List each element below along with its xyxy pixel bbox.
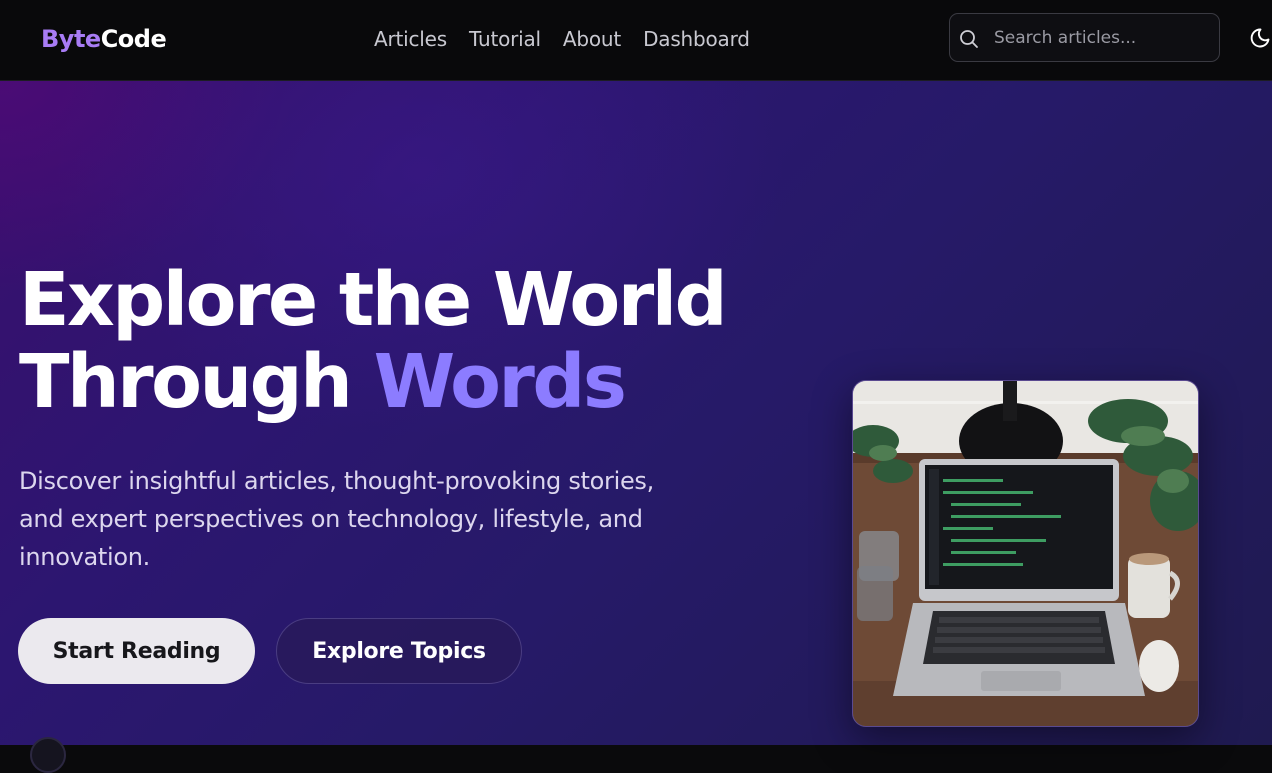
nav-articles-link[interactable]: Articles (374, 24, 447, 54)
logo-code: Code (100, 25, 167, 53)
start-reading-button[interactable]: Start Reading (18, 618, 255, 684)
site-header: ByteCode Articles Tutorial About Dashboa… (0, 0, 1272, 81)
hero-image-laptop-desk (852, 380, 1199, 727)
hero-section: Explore the World Through Words Discover… (0, 81, 1272, 773)
explore-topics-button[interactable]: Explore Topics (276, 618, 522, 684)
theme-toggle-button[interactable] (1246, 25, 1272, 51)
nav-dashboard-link[interactable]: Dashboard (643, 24, 750, 54)
search-input[interactable] (986, 21, 1211, 55)
site-logo[interactable]: ByteCode (41, 24, 167, 54)
search-box[interactable] (949, 13, 1220, 62)
moon-icon (1246, 28, 1272, 51)
headline-accent-word: Words (373, 339, 627, 425)
search-icon (958, 28, 980, 50)
logo-byte: Byte (41, 25, 101, 53)
main-nav: Articles Tutorial About Dashboard (374, 24, 750, 54)
headline-line-2: Through (19, 339, 353, 425)
nav-about-link[interactable]: About (563, 24, 621, 54)
avatar (30, 737, 66, 773)
hero-subtitle: Discover insightful articles, thought-pr… (19, 467, 654, 571)
headline-line-1: Explore the World (19, 257, 728, 343)
hero-headline: Explore the World Through Words (19, 257, 728, 425)
nav-tutorial-link[interactable]: Tutorial (469, 24, 541, 54)
